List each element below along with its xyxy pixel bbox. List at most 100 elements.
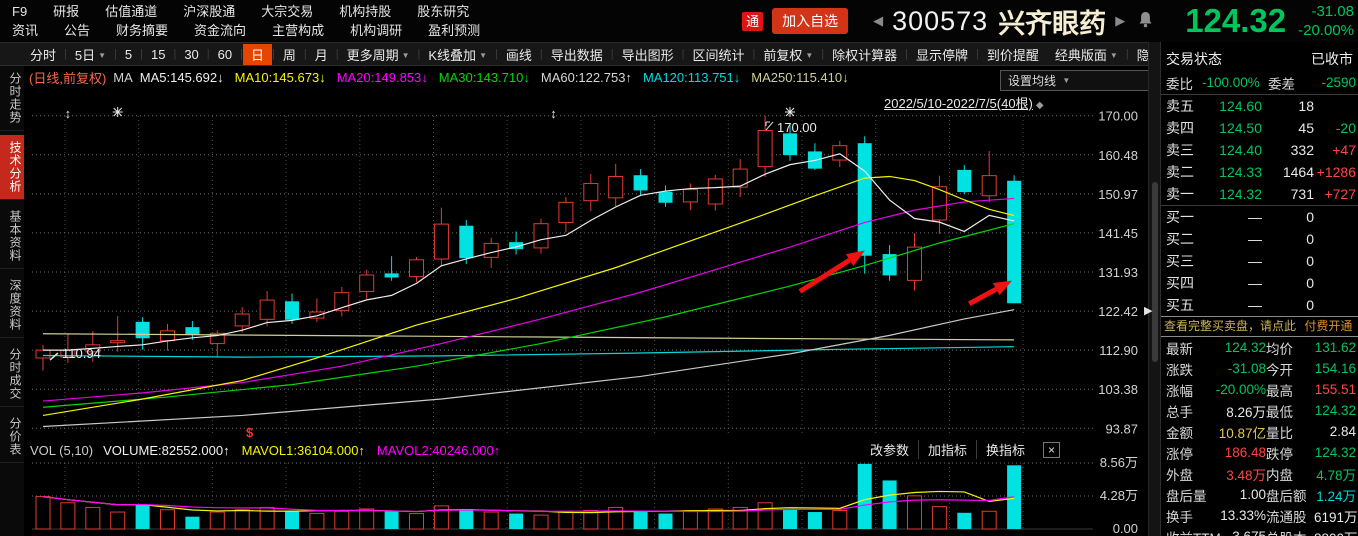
toolbar-item-导出数据[interactable]: 导出数据 <box>543 44 611 65</box>
change-percent: -20.00% <box>1298 22 1354 39</box>
ask-qty: 18 <box>1298 98 1314 114</box>
stats-row: 涨幅 -20.00% 最高 155.51 <box>1161 379 1358 400</box>
toolbar-item-30[interactable]: 30 <box>176 46 206 63</box>
svg-text:122.42: 122.42 <box>1098 304 1138 319</box>
toolbar-item-前复权[interactable]: 前复权 ▼ <box>755 44 821 65</box>
close-icon[interactable]: × <box>1043 441 1060 458</box>
kline-chart[interactable]: 170.00 160.48 150.97 141.45 131.93 122.42 112.… <box>24 66 1148 536</box>
sidebar-tab-分时走势[interactable]: 分时走势 <box>0 66 24 131</box>
stat-value-外盘: 3.48万 <box>1226 467 1266 483</box>
menu-item-机构持股[interactable]: 机构持股 <box>339 2 391 21</box>
menu-item-研报[interactable]: 研报 <box>53 2 79 21</box>
menu-item-沪深股通[interactable]: 沪深股通 <box>183 2 235 21</box>
stat-label-收益TTM: 收益TTM <box>1166 527 1221 536</box>
ma-value-label: MA30:143.710↓ <box>438 69 530 85</box>
ask-price: 124.60 <box>1219 98 1262 114</box>
ask-label: 卖二 <box>1166 164 1194 180</box>
svg-text:160.48: 160.48 <box>1098 148 1138 163</box>
menu-item-资金流向[interactable]: 资金流向 <box>194 21 246 40</box>
pin-icon[interactable]: ◆ <box>1036 100 1044 111</box>
volume-button-换指标[interactable]: 换指标 <box>975 440 1034 459</box>
ask-price: 124.32 <box>1219 186 1262 202</box>
menu-item-资讯[interactable]: 资讯 <box>12 21 38 40</box>
menu-item-F9[interactable]: F9 <box>12 2 27 21</box>
chevron-down-icon: ▼ <box>1109 50 1118 60</box>
stat-label-内盘: 内盘 <box>1266 467 1293 483</box>
toolbar-item-日[interactable]: 日 <box>242 43 272 65</box>
toolbar-item-画线[interactable]: 画线 <box>498 44 540 65</box>
toolbar-item-15[interactable]: 15 <box>143 46 173 63</box>
svg-text:↕: ↕ <box>65 106 72 121</box>
current-price: 124.32 <box>1185 2 1287 39</box>
menu-item-股东研究[interactable]: 股东研究 <box>417 2 469 21</box>
toolbar-item-显示停牌[interactable]: 显示停牌 <box>908 44 976 65</box>
ma-prefix-label: MA <box>113 69 133 85</box>
toolbar-item-5日[interactable]: 5日 ▼ <box>67 44 114 65</box>
panel-splitter[interactable] <box>1148 42 1160 536</box>
sidebar-tab-分价表[interactable]: 分价表 <box>0 411 24 463</box>
sidebar-tab-深度资料[interactable]: 深度资料 <box>0 273 24 338</box>
bid-label: 买一 <box>1166 209 1194 225</box>
bid-qty: 0 <box>1306 231 1314 247</box>
scrollbar-thumb[interactable] <box>1152 182 1158 362</box>
stat-label-金额: 金额 <box>1166 425 1193 441</box>
promo-link[interactable]: 付费开通 <box>1304 319 1352 333</box>
toolbar-item-经典版面[interactable]: 经典版面 ▼ <box>1047 44 1126 65</box>
ma-indicator-bar: (日线,前复权) MA MA5:145.692↓ MA10:145.673↓ MA2… <box>24 66 1148 88</box>
next-stock-arrow-icon[interactable]: ▶ <box>1115 13 1125 29</box>
svg-text:170.00: 170.00 <box>777 120 817 135</box>
toolbar-item-导出图形[interactable]: 导出图形 <box>614 44 682 65</box>
bid-price: — <box>1248 275 1262 291</box>
volume-button-加指标[interactable]: 加指标 <box>917 440 976 459</box>
add-watchlist-button[interactable]: 加入自选 <box>772 8 849 34</box>
toolbar-item-周[interactable]: 周 <box>275 44 304 65</box>
ma-settings-label: 设置均线 <box>1008 74 1057 88</box>
menu-item-机构调研[interactable]: 机构调研 <box>350 21 402 40</box>
ma-values: MA5:145.692↓ MA10:145.673↓ MA20:149.853↓ MA… <box>140 70 860 85</box>
bid-label: 买二 <box>1166 231 1194 247</box>
date-range-label[interactable]: 2022/5/10-2022/7/5(40根) ◆ <box>884 93 1044 112</box>
toolbar-item-区间统计[interactable]: 区间统计 <box>684 44 752 65</box>
stat-value-收益TTM: 3.675 <box>1210 529 1266 536</box>
toolbar-item-除权计算器[interactable]: 除权计算器 <box>824 44 905 65</box>
sidebar-tab-基本资料[interactable]: 基本资料 <box>0 204 24 269</box>
menu-item-估值通道[interactable]: 估值通道 <box>105 2 157 21</box>
volume-pane-buttons: 改参数 加指标 换指标 × <box>861 440 1060 459</box>
ask-row: 卖五 124.60 18 <box>1161 95 1358 117</box>
toolbar-item-K线叠加[interactable]: K线叠加 ▼ <box>420 44 495 65</box>
stock-info: 通 加入自选 ◀ 300573 兴齐眼药 ▶ 124.32 -31.08 -20… <box>742 0 1356 42</box>
menu-item-盈利预测[interactable]: 盈利预测 <box>428 21 480 40</box>
bid-row: 买五 — 0 <box>1161 294 1358 316</box>
stat-value-总股本: 8800万 <box>1314 527 1358 536</box>
sidebar-tab-分时成交[interactable]: 分时成交 <box>0 342 24 407</box>
menu-item-大宗交易[interactable]: 大宗交易 <box>261 2 313 21</box>
prev-stock-arrow-icon[interactable]: ◀ <box>873 13 883 29</box>
bid-row: 买四 — 0 <box>1161 272 1358 294</box>
toolbar-item-月[interactable]: 月 <box>307 44 336 65</box>
toolbar-item-60[interactable]: 60 <box>210 46 240 63</box>
weibi-label: 委比 <box>1166 76 1193 92</box>
trade-status-row: 交易状态 已收市 <box>1161 47 1358 71</box>
promo-row[interactable]: 查看完整买卖盘，请点此 付费开通 <box>1161 316 1358 337</box>
stat-label-涨跌: 涨跌 <box>1166 362 1193 378</box>
menu-item-财务摘要[interactable]: 财务摘要 <box>116 21 168 40</box>
menu-item-公告[interactable]: 公告 <box>64 21 90 40</box>
promo-text: 查看完整买卖盘，请点此 <box>1164 319 1297 333</box>
ask-label: 卖五 <box>1166 98 1194 114</box>
alert-bell-icon[interactable] <box>1138 11 1153 33</box>
menu-item-主营构成[interactable]: 主营构成 <box>272 21 324 40</box>
toolbar-item-更多周期[interactable]: 更多周期 ▼ <box>339 44 418 65</box>
bid-price: — <box>1248 231 1262 247</box>
ma-value-label: MA20:149.853↓ <box>336 69 428 85</box>
svg-text:4.28万: 4.28万 <box>1100 488 1138 503</box>
ask-row: 卖四 124.50 45 -20 <box>1161 117 1358 139</box>
stock-name: 兴齐眼药 <box>998 8 1107 39</box>
toolbar-item-分时[interactable]: 分时 <box>22 44 64 65</box>
toolbar-item-5[interactable]: 5 <box>117 46 140 63</box>
ask-delta: +47 <box>1332 142 1356 158</box>
sidebar-tab-技术分析[interactable]: 技术分析 <box>0 135 24 200</box>
volume-button-改参数[interactable]: 改参数 <box>861 440 918 459</box>
toolbar-item-到价提醒[interactable]: 到价提醒 <box>979 44 1047 65</box>
stat-value-量比: 2.84 <box>1329 424 1356 439</box>
bid-levels: 买一 — 0 买二 — 0 买三 — 0 买四 — 0 买五 — 0 <box>1161 205 1358 316</box>
